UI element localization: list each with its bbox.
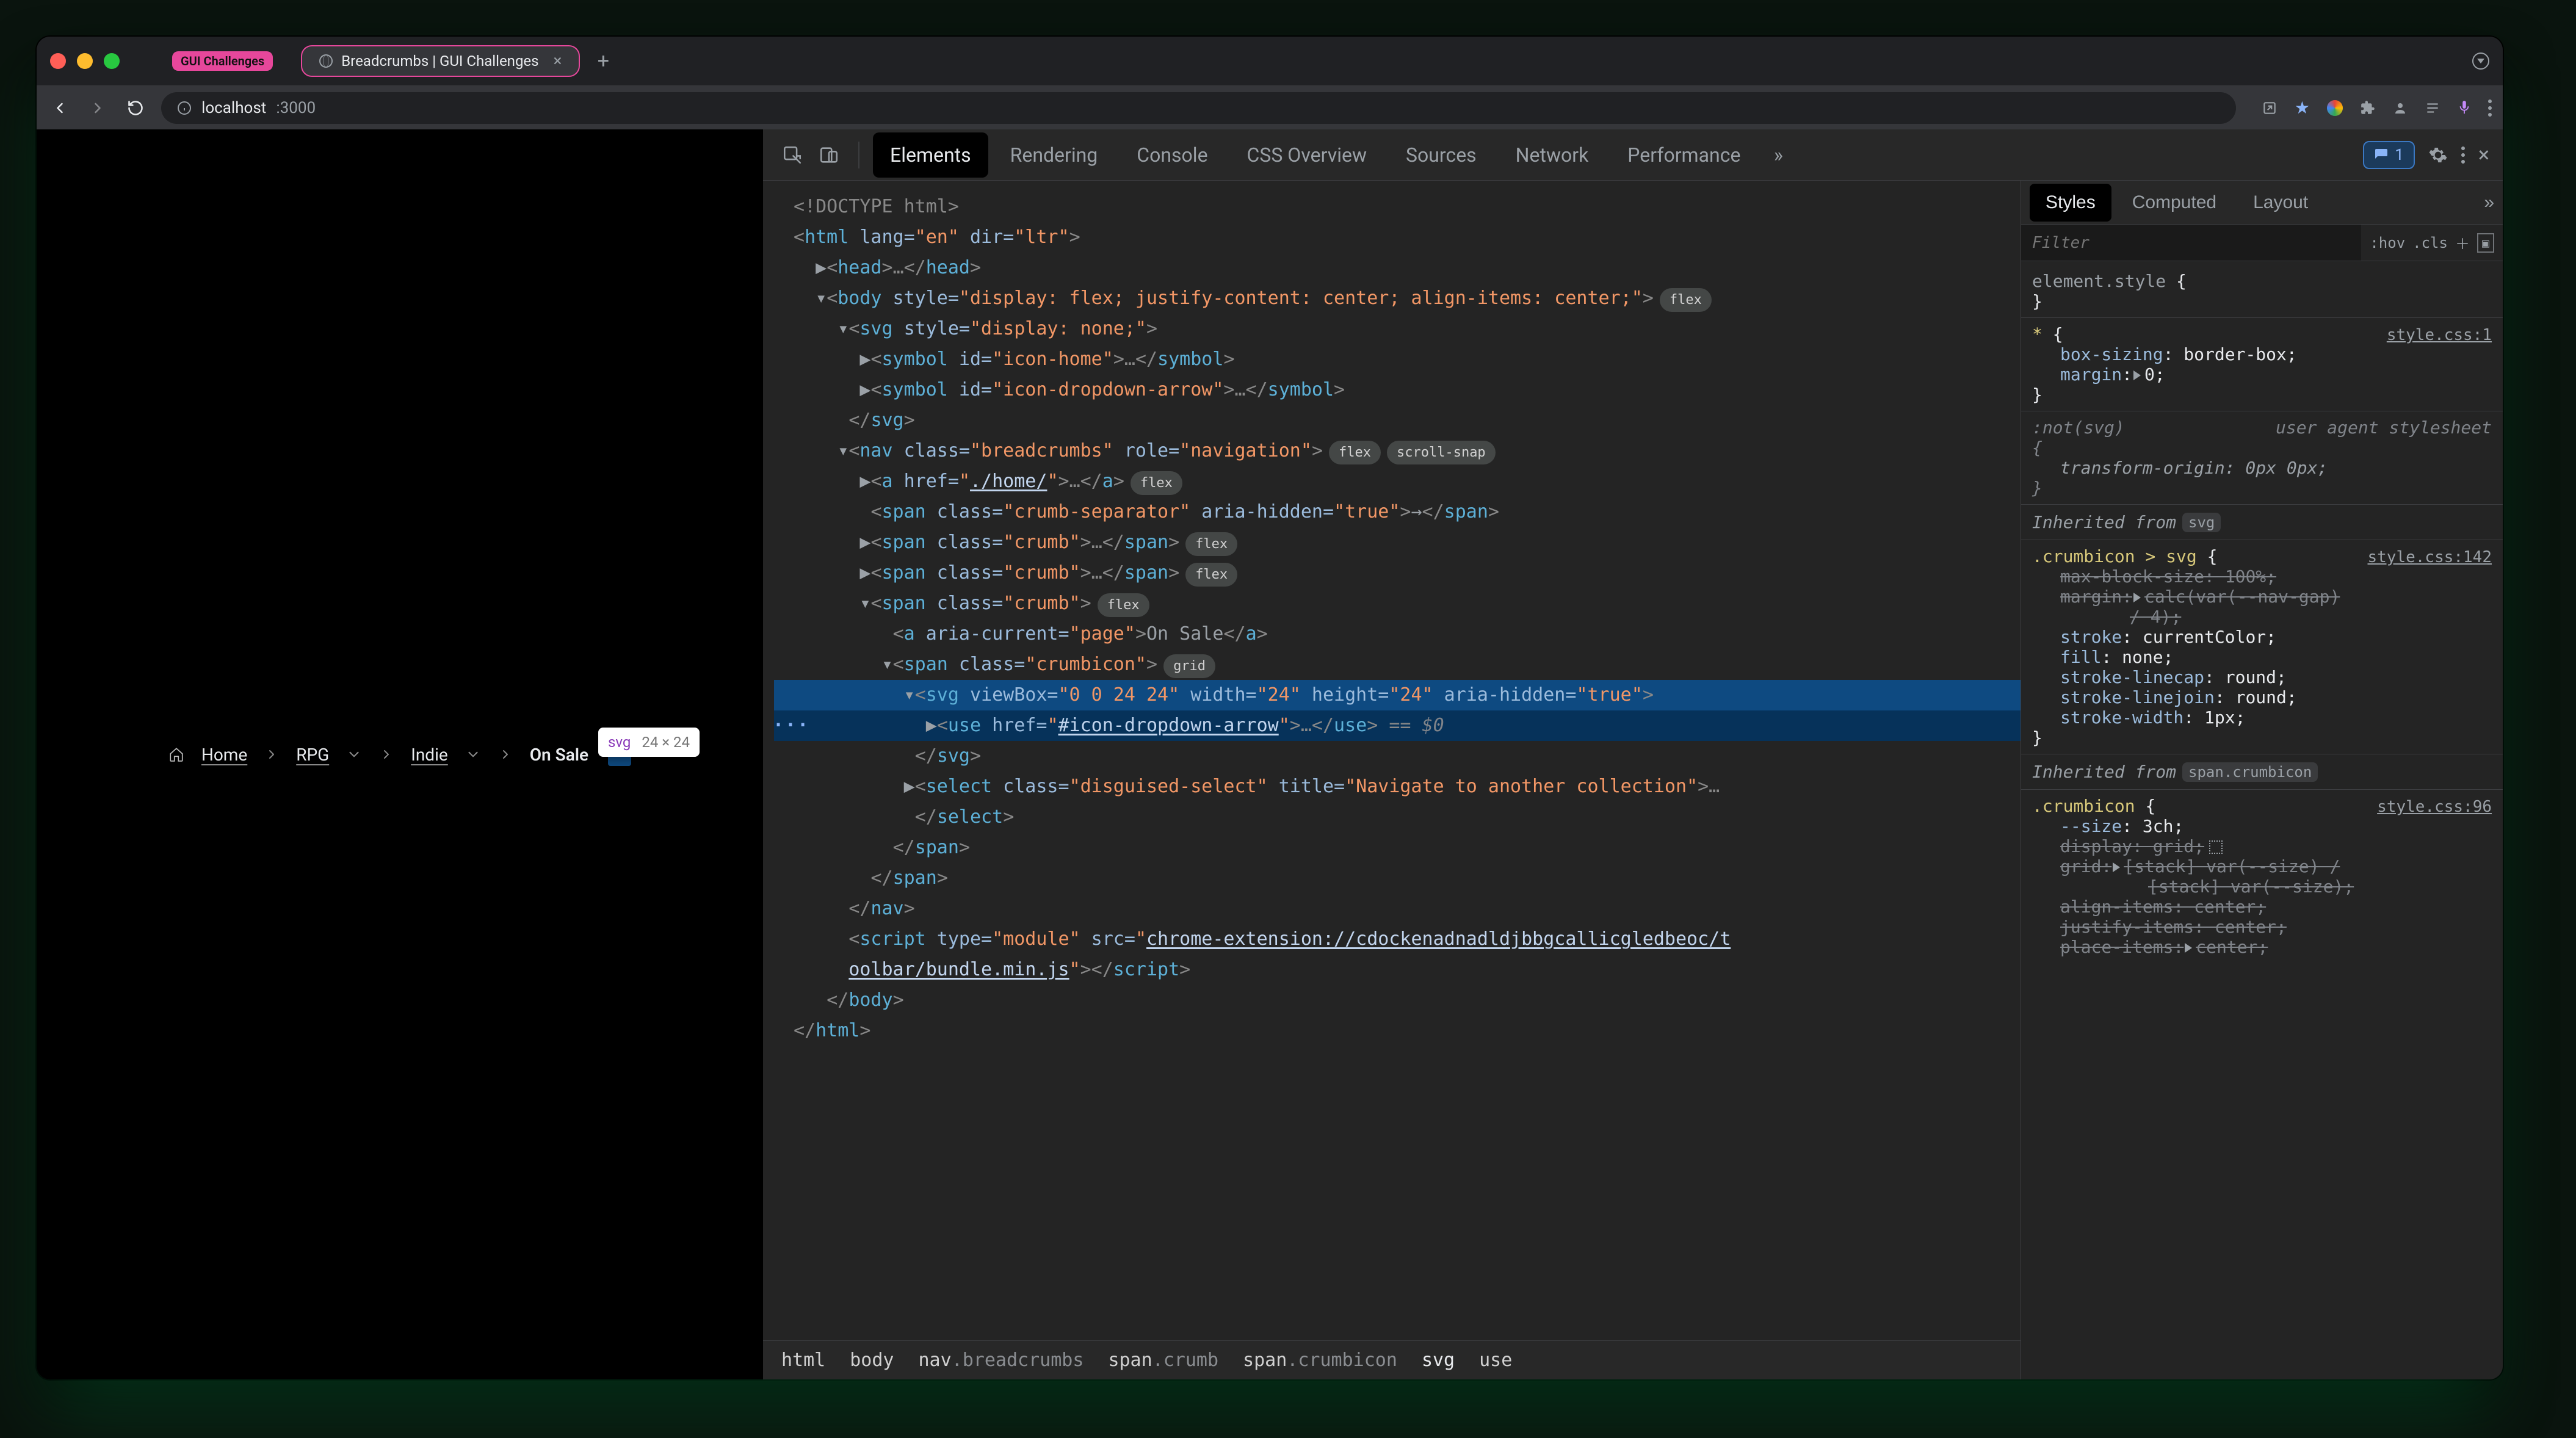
tab-favicon-chip: GUI Challenges: [172, 51, 273, 71]
tab-inactive[interactable]: GUI Challenges: [155, 44, 290, 78]
tabs-overflow-icon[interactable]: »: [1762, 139, 1794, 171]
close-tab-icon[interactable]: ×: [554, 52, 562, 70]
crumb-home[interactable]: Home: [201, 745, 247, 765]
tab-css-overview[interactable]: CSS Overview: [1230, 132, 1384, 178]
tab-rendering[interactable]: Rendering: [993, 132, 1115, 178]
tab-sources[interactable]: Sources: [1389, 132, 1494, 178]
cls-toggle[interactable]: .cls: [2412, 234, 2448, 251]
new-tab-button[interactable]: +: [591, 49, 615, 73]
styles-pane: Styles Computed Layout » :hov .cls ＋ ▣: [2021, 181, 2503, 1379]
styles-rules[interactable]: element.style { } * {style.css:1 box-siz…: [2021, 261, 2503, 1379]
crumb-rpg[interactable]: RPG: [296, 745, 329, 765]
chevron-down-icon[interactable]: [465, 746, 481, 762]
share-icon[interactable]: [2262, 100, 2278, 116]
forward-button[interactable]: [85, 96, 110, 120]
chevron-down-icon[interactable]: [346, 746, 362, 762]
inspector-tooltip: svg 24 × 24: [598, 728, 700, 757]
window-controls: [50, 53, 120, 69]
styles-tab-computed[interactable]: Computed: [2116, 184, 2232, 222]
styles-tab-layout[interactable]: Layout: [2237, 184, 2324, 222]
new-style-rule-icon[interactable]: ＋: [2455, 232, 2470, 253]
tooltip-tag: svg: [608, 734, 631, 751]
elements-panel: <!DOCTYPE html> <html lang="en" dir="ltr…: [763, 181, 2021, 1379]
issues-count: 1: [2395, 146, 2404, 164]
issues-pill[interactable]: 1: [2363, 141, 2415, 169]
styles-tabbar: Styles Computed Layout »: [2021, 181, 2503, 225]
info-icon: [177, 101, 192, 115]
devtools-body: <!DOCTYPE html> <html lang="en" dir="ltr…: [763, 181, 2503, 1379]
rendered-page: svg 24 × 24 Home RPG Indie On Sale: [37, 129, 763, 1379]
maximize-window-icon[interactable]: [104, 53, 120, 69]
tab-network[interactable]: Network: [1499, 132, 1606, 178]
tab-overflow-icon[interactable]: [2472, 52, 2489, 70]
tab-elements[interactable]: Elements: [873, 132, 988, 178]
browser-window: GUI Challenges Breadcrumbs | GUI Challen…: [37, 37, 2503, 1379]
gear-icon[interactable]: [2428, 145, 2448, 165]
devtools: Elements Rendering Console CSS Overview …: [763, 129, 2503, 1379]
tab-active[interactable]: Breadcrumbs | GUI Challenges ×: [301, 45, 580, 77]
mic-icon[interactable]: [2458, 99, 2471, 117]
reading-list-icon[interactable]: [2425, 100, 2440, 116]
crumb-current: On Sale: [530, 745, 588, 765]
tab-strip: GUI Challenges Breadcrumbs | GUI Challen…: [37, 37, 2503, 85]
styles-filter-input[interactable]: [2021, 225, 2361, 261]
profile-icon[interactable]: [2393, 101, 2408, 115]
globe-icon: [319, 54, 333, 68]
box-model-icon[interactable]: ▣: [2477, 233, 2494, 253]
chevron-right-icon: [264, 747, 279, 762]
breadcrumbs-nav: Home RPG Indie On Sale: [168, 743, 631, 766]
puzzle-icon[interactable]: [2360, 100, 2376, 116]
dom-tree[interactable]: <!DOCTYPE html> <html lang="en" dir="ltr…: [763, 181, 2021, 1340]
reload-button[interactable]: [123, 96, 148, 120]
back-button[interactable]: [48, 96, 72, 120]
url-host: localhost: [201, 99, 266, 117]
device-toggle-icon[interactable]: [813, 139, 845, 171]
tab-console[interactable]: Console: [1120, 132, 1225, 178]
content-area: svg 24 × 24 Home RPG Indie On Sale: [37, 129, 2503, 1379]
dom-breadcrumbs[interactable]: html body nav.breadcrumbs span.crumb spa…: [763, 1340, 2021, 1379]
devtools-menu-icon[interactable]: [2461, 146, 2465, 164]
extension-icon[interactable]: [2327, 100, 2343, 116]
inspect-icon[interactable]: [776, 139, 808, 171]
devtools-tabbar: Elements Rendering Console CSS Overview …: [763, 129, 2503, 181]
tab-title: Breadcrumbs | GUI Challenges: [341, 52, 538, 70]
tooltip-dimensions: 24 × 24: [642, 734, 690, 751]
styles-tabs-overflow-icon[interactable]: »: [2484, 192, 2494, 213]
hov-toggle[interactable]: :hov: [2370, 234, 2405, 251]
styles-filter: :hov .cls ＋ ▣: [2021, 225, 2503, 261]
tab-performance[interactable]: Performance: [1610, 132, 1757, 178]
styles-tab-styles[interactable]: Styles: [2030, 184, 2111, 222]
chevron-right-icon: [379, 747, 394, 762]
devtools-close-icon[interactable]: ×: [2478, 143, 2489, 167]
url-bar[interactable]: localhost :3000: [161, 92, 2236, 124]
minimize-window-icon[interactable]: [77, 53, 93, 69]
bookmark-icon[interactable]: ★: [2295, 98, 2310, 118]
toolbar: localhost :3000 ★: [37, 85, 2503, 129]
close-window-icon[interactable]: [50, 53, 66, 69]
crumb-indie[interactable]: Indie: [411, 745, 448, 765]
chevron-right-icon: [498, 747, 513, 762]
menu-icon[interactable]: [2488, 99, 2492, 117]
home-icon: [168, 746, 184, 762]
toolbar-right: ★: [2262, 98, 2492, 118]
url-path: :3000: [276, 99, 316, 117]
